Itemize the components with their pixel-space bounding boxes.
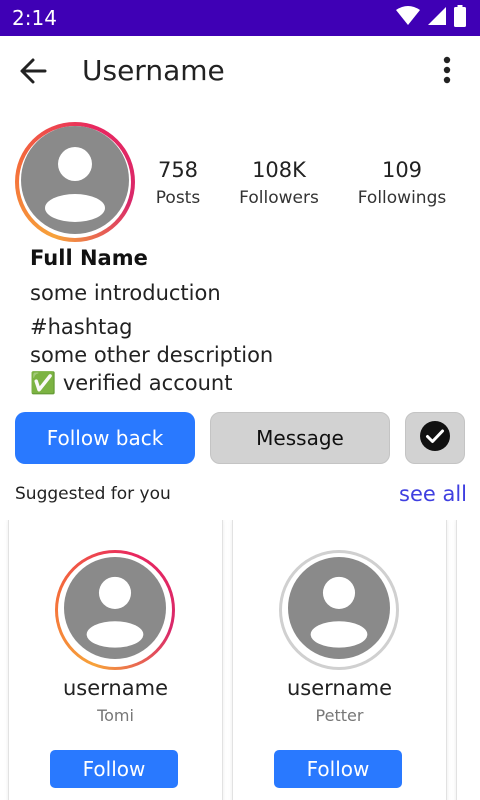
message-button[interactable]: Message — [210, 412, 390, 464]
status-time: 2:14 — [12, 6, 57, 30]
suggested-username: username — [287, 676, 392, 700]
suggested-card-partial[interactable] — [456, 520, 480, 800]
suggested-avatar[interactable] — [279, 550, 399, 670]
person-avatar-icon — [288, 556, 390, 664]
bio-introduction: some introduction — [30, 281, 221, 305]
back-button[interactable] — [18, 58, 48, 88]
suggested-name: Tomi — [97, 706, 134, 725]
stat-followings-value: 109 — [381, 158, 423, 182]
check-circle-icon — [420, 420, 450, 456]
bio-hashtag[interactable]: #hashtag — [30, 313, 273, 341]
stat-posts-label: Posts — [155, 188, 201, 208]
suggested-carousel[interactable]: username Tomi Follow username Petter Fol… — [0, 520, 480, 800]
stat-followers[interactable]: 108K Followers — [234, 158, 324, 208]
stat-followers-label: Followers — [239, 188, 319, 208]
suggested-title: Suggested for you — [15, 484, 171, 504]
bio-description: some other description — [30, 343, 274, 367]
follow-button[interactable]: Follow — [50, 750, 178, 788]
stat-followers-value: 108K — [252, 158, 306, 182]
profile-header: 758 Posts 108K Followers 109 Followings — [0, 120, 480, 244]
bio-verified: ✅ verified account — [30, 371, 233, 395]
full-name: Full Name — [30, 246, 148, 270]
suggested-header: Suggested for you see all — [15, 482, 467, 512]
profile-avatar[interactable] — [15, 122, 135, 242]
suggested-card[interactable]: username Tomi Follow — [8, 520, 223, 800]
status-icons — [396, 4, 466, 32]
suggested-card[interactable]: username Petter Follow — [232, 520, 447, 800]
action-buttons: Follow back Message — [0, 412, 480, 466]
battery-icon — [454, 4, 466, 32]
stat-followings[interactable]: 109 Followings — [354, 158, 450, 208]
suggested-avatar[interactable] — [55, 550, 175, 670]
suggested-username: username — [63, 676, 168, 700]
status-bar: 2:14 — [0, 0, 480, 36]
stat-posts[interactable]: 758 Posts — [150, 158, 206, 208]
more-vert-icon — [443, 56, 451, 89]
suggested-name: Petter — [315, 706, 364, 725]
wifi-icon — [396, 5, 420, 31]
page-title: Username — [82, 54, 225, 87]
profile-bio: Full Name some introduction #hashtag som… — [30, 246, 273, 397]
follow-button[interactable]: Follow — [274, 750, 402, 788]
person-avatar-icon — [21, 125, 129, 239]
arrow-back-icon — [19, 57, 47, 90]
stat-posts-value: 758 — [157, 158, 199, 182]
stat-followings-label: Followings — [357, 188, 447, 208]
see-all-link[interactable]: see all — [399, 482, 467, 506]
app-bar: Username — [0, 36, 480, 108]
signal-icon — [428, 6, 446, 31]
following-toggle-button[interactable] — [405, 412, 465, 464]
follow-back-button[interactable]: Follow back — [15, 412, 195, 464]
overflow-menu-button[interactable] — [436, 56, 458, 88]
person-avatar-icon — [64, 556, 166, 664]
